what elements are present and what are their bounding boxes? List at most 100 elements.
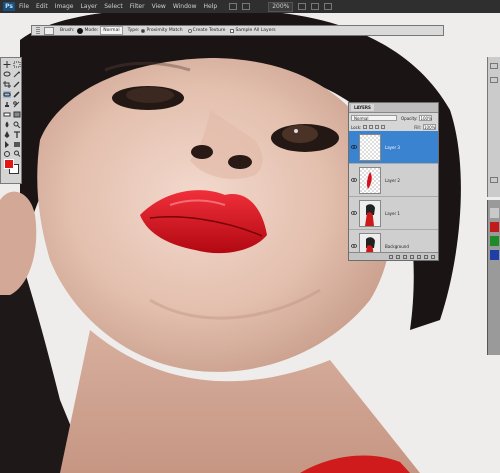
crop-tool-icon[interactable] — [3, 81, 11, 88]
menu-image[interactable]: Image — [55, 3, 74, 10]
channel-rgb-thumb[interactable] — [490, 208, 499, 218]
opacity-field[interactable]: 100% — [419, 115, 433, 121]
channel-red-thumb[interactable] — [490, 222, 499, 232]
fill-label: Fill: — [414, 124, 421, 130]
pen-tool-icon[interactable] — [3, 131, 11, 138]
healing-brush-tool-icon[interactable] — [3, 91, 11, 98]
menu-layer[interactable]: Layer — [80, 3, 97, 10]
right-dock-panel — [487, 57, 500, 197]
lock-transparency-icon[interactable] — [363, 125, 368, 129]
type-tool-icon[interactable] — [13, 131, 21, 138]
eraser-tool-icon[interactable] — [3, 111, 11, 118]
menu-help[interactable]: Help — [204, 3, 218, 10]
channel-green-thumb[interactable] — [490, 236, 499, 246]
gradient-tool-icon[interactable] — [13, 111, 21, 118]
panel-icon[interactable] — [490, 177, 498, 183]
visibility-eye-icon[interactable] — [349, 244, 359, 248]
mode-select[interactable]: Normal — [100, 26, 123, 35]
add-mask-icon[interactable] — [403, 254, 407, 259]
menu-file[interactable]: File — [19, 3, 29, 10]
channel-blue-thumb[interactable] — [490, 250, 499, 260]
opacity-label: Opacity: — [401, 115, 418, 121]
tools-panel — [0, 57, 22, 184]
new-group-icon[interactable] — [417, 254, 421, 259]
brush-preview-icon[interactable] — [76, 27, 83, 34]
lock-image-icon[interactable] — [369, 125, 374, 129]
menu-filter[interactable]: Filter — [130, 3, 145, 10]
menu-window[interactable]: Window — [173, 3, 197, 10]
panel-icon[interactable] — [490, 63, 498, 69]
visibility-eye-icon[interactable] — [349, 211, 359, 215]
adjustment-layer-icon[interactable] — [410, 254, 414, 259]
layer-name[interactable]: Background — [385, 244, 409, 249]
layers-list[interactable]: Layer 3 Layer 2 Layer 1 Background — [349, 131, 438, 253]
proximity-match-option[interactable]: Proximity Match — [141, 28, 183, 33]
layers-blend-row: Normal Opacity: 100% — [349, 113, 438, 123]
panel-icon[interactable] — [490, 77, 498, 83]
screen-mode-icon[interactable] — [324, 3, 333, 10]
sample-all-layers-checkbox[interactable]: Sample All Layers — [230, 28, 276, 33]
checkbox-icon — [230, 28, 235, 33]
menu-view[interactable]: View — [152, 3, 166, 10]
layer-row-layer-1[interactable]: Layer 1 — [349, 197, 438, 230]
lock-position-icon[interactable] — [375, 125, 380, 129]
link-layers-icon[interactable] — [389, 254, 393, 259]
visibility-eye-icon[interactable] — [349, 178, 359, 182]
tool-preset-picker[interactable] — [44, 26, 54, 35]
brush-tool-icon[interactable] — [13, 91, 21, 98]
magic-wand-tool-icon[interactable] — [13, 71, 21, 78]
layer-thumbnail — [359, 232, 381, 253]
lasso-tool-icon[interactable] — [3, 71, 11, 78]
channels-panel — [487, 200, 500, 355]
menu-bar: Ps File Edit Image Layer Select Filter V… — [0, 0, 500, 13]
blur-tool-icon[interactable] — [3, 121, 11, 128]
zoom-tool-icon[interactable] — [13, 150, 21, 157]
app-logo: Ps — [3, 2, 15, 11]
layers-tab-bar: LAYERS — [349, 103, 438, 113]
zoom-tool-icon[interactable] — [242, 3, 251, 10]
clone-stamp-tool-icon[interactable] — [3, 101, 11, 108]
layer-thumbnail — [359, 199, 381, 227]
shape-tool-icon[interactable] — [13, 141, 21, 148]
layer-name[interactable]: Layer 3 — [385, 145, 400, 150]
blend-mode-select[interactable]: Normal — [351, 115, 397, 121]
lock-all-icon[interactable] — [381, 125, 386, 129]
eyedropper-tool-icon[interactable] — [13, 81, 21, 88]
radio-icon — [187, 28, 192, 33]
hand-tool-icon[interactable] — [229, 3, 238, 10]
create-texture-option[interactable]: Create Texture — [187, 28, 225, 33]
move-tool-icon[interactable] — [3, 61, 11, 68]
layer-name[interactable]: Layer 2 — [385, 178, 400, 183]
tab-layers[interactable]: LAYERS — [351, 104, 374, 111]
delete-layer-icon[interactable] — [431, 254, 435, 259]
dodge-tool-icon[interactable] — [13, 121, 21, 128]
layer-thumbnail — [359, 166, 381, 194]
path-selection-tool-icon[interactable] — [3, 141, 11, 148]
mode-label: Mode: — [84, 28, 99, 33]
hand-tool-icon[interactable] — [3, 150, 11, 157]
lock-label: Lock: — [351, 124, 362, 130]
menu-select[interactable]: Select — [104, 3, 123, 10]
menu-edit[interactable]: Edit — [36, 3, 48, 10]
zoom-level[interactable]: 200% — [268, 1, 294, 12]
layer-row-layer-3[interactable]: Layer 3 — [349, 131, 438, 164]
visibility-eye-icon[interactable] — [349, 145, 359, 149]
layer-row-background[interactable]: Background — [349, 230, 438, 253]
layer-thumbnail — [359, 133, 381, 161]
layers-footer — [349, 252, 438, 260]
layer-style-icon[interactable] — [396, 254, 400, 259]
options-grip[interactable] — [36, 26, 40, 35]
view-extras-icon[interactable] — [298, 3, 307, 10]
history-brush-tool-icon[interactable] — [13, 101, 21, 108]
layers-panel: LAYERS Normal Opacity: 100% Lock: Fill: … — [348, 102, 439, 261]
foreground-color-swatch[interactable] — [4, 159, 14, 169]
options-bar: Brush: Mode: Normal Type: Proximity Matc… — [31, 25, 444, 36]
arrange-documents-icon[interactable] — [311, 3, 320, 10]
layer-name[interactable]: Layer 1 — [385, 211, 400, 216]
layer-row-layer-2[interactable]: Layer 2 — [349, 164, 438, 197]
marquee-tool-icon[interactable] — [13, 61, 21, 68]
layers-lock-row: Lock: Fill: 100% — [349, 123, 438, 131]
new-layer-icon[interactable] — [424, 254, 428, 259]
fill-field[interactable]: 100% — [423, 124, 436, 130]
type-label: Type: — [127, 28, 140, 33]
